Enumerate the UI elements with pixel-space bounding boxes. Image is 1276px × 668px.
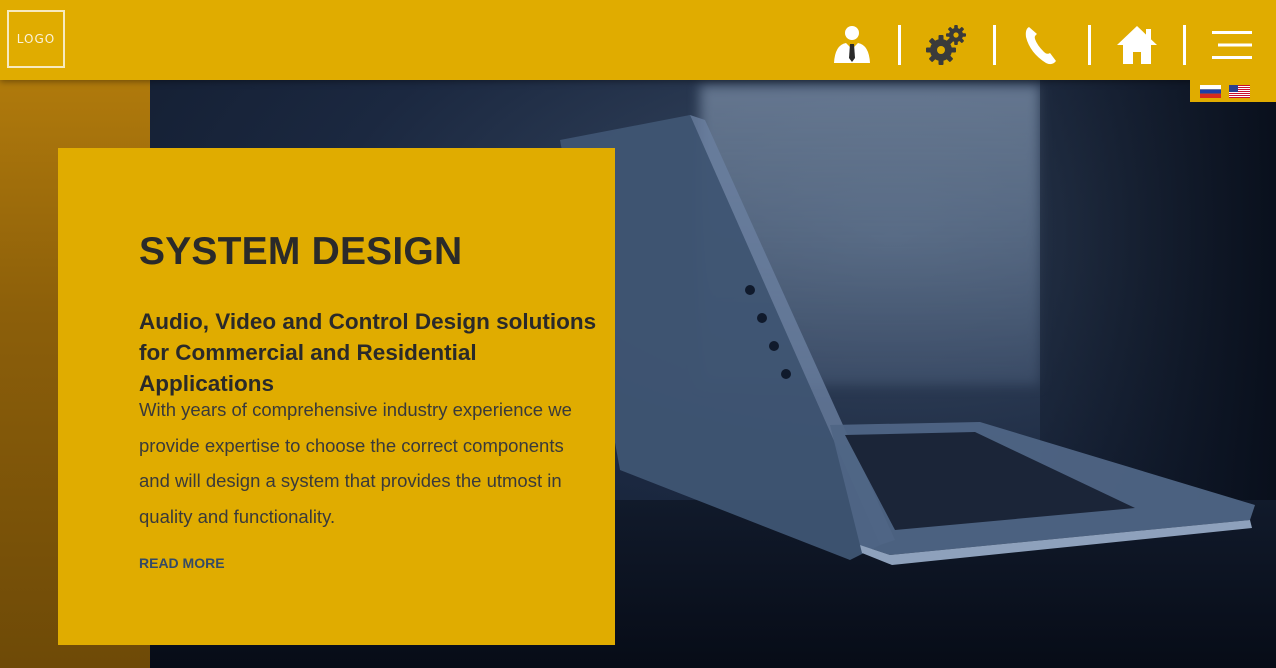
- gears-icon[interactable]: [925, 23, 969, 67]
- hero-card: SYSTEM DESIGN Audio, Video and Control D…: [58, 148, 615, 645]
- user-icon[interactable]: [830, 23, 874, 67]
- russia-flag-icon[interactable]: [1200, 84, 1221, 98]
- site-header: LOGO: [0, 0, 1276, 80]
- read-more-link[interactable]: READ MORE: [139, 555, 225, 571]
- main-nav: [830, 18, 1254, 72]
- nav-separator: [1088, 25, 1091, 65]
- nav-separator: [1183, 25, 1186, 65]
- menu-icon[interactable]: [1210, 23, 1254, 67]
- nav-separator: [898, 25, 901, 65]
- home-icon[interactable]: [1115, 23, 1159, 67]
- hero-subtitle: Audio, Video and Control Design solution…: [139, 309, 597, 396]
- logo[interactable]: LOGO: [7, 10, 65, 68]
- nav-separator: [993, 25, 996, 65]
- page-title: SYSTEM DESIGN: [139, 230, 463, 273]
- phone-icon[interactable]: [1020, 23, 1064, 67]
- hero-description: With years of comprehensive industry exp…: [139, 399, 572, 527]
- us-flag-icon[interactable]: [1229, 84, 1250, 98]
- language-switcher: [1190, 80, 1276, 102]
